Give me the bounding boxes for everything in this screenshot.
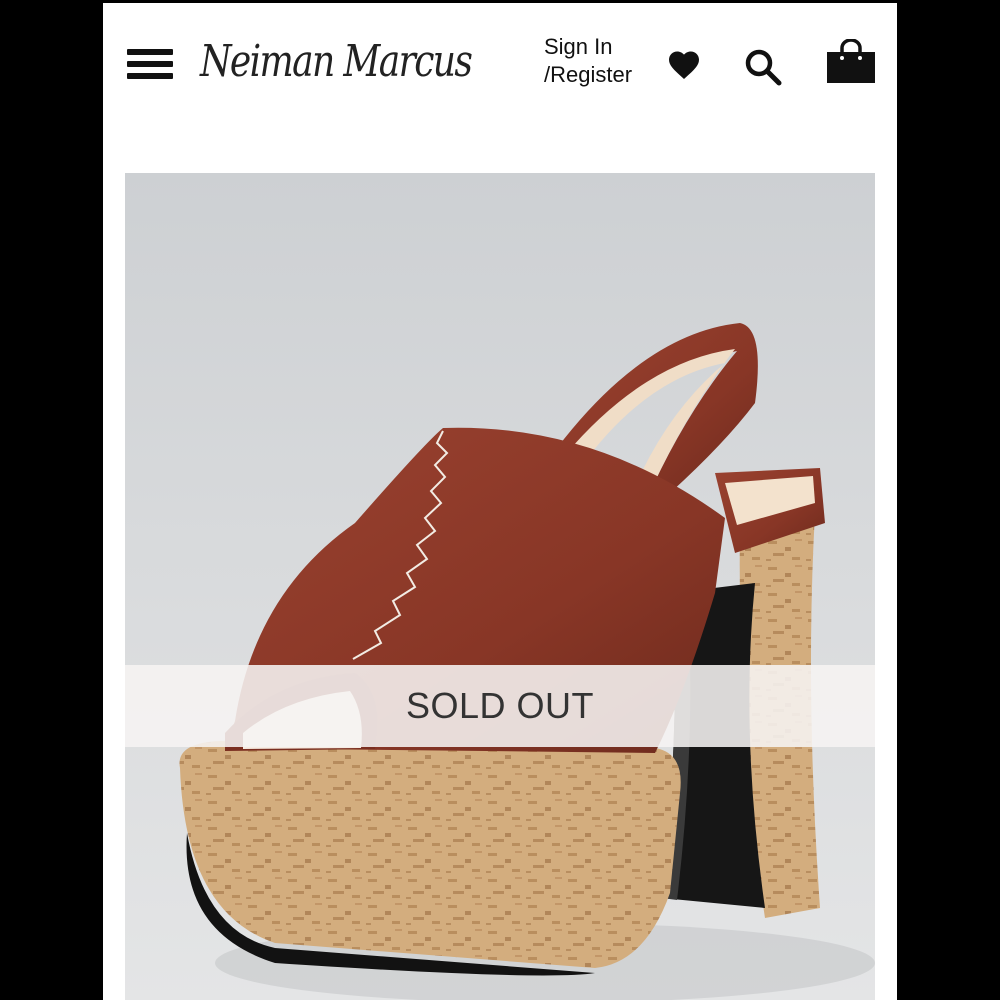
shopping-bag-icon[interactable] [825,38,877,85]
app-screen: Neiman Marcus Sign In /Register SOLD OUT [103,3,897,1000]
product-image[interactable]: SOLD OUT [125,173,875,1000]
register-label: /Register [544,62,633,87]
menu-icon[interactable] [127,47,173,83]
sold-out-banner: SOLD OUT [125,665,875,747]
menu-icon-bar [127,49,173,55]
brand-logo[interactable]: Neiman Marcus [200,17,473,107]
menu-icon-bar [127,73,173,79]
sign-in-register-link[interactable]: Sign In /Register [544,33,654,89]
sign-in-label: Sign In [544,34,613,59]
search-icon[interactable] [743,47,783,87]
heart-icon[interactable] [666,47,702,83]
shoe-illustration [179,323,875,1000]
header: Neiman Marcus Sign In /Register [103,3,897,133]
sold-out-label: SOLD OUT [405,685,595,726]
menu-icon-bar [127,61,173,67]
